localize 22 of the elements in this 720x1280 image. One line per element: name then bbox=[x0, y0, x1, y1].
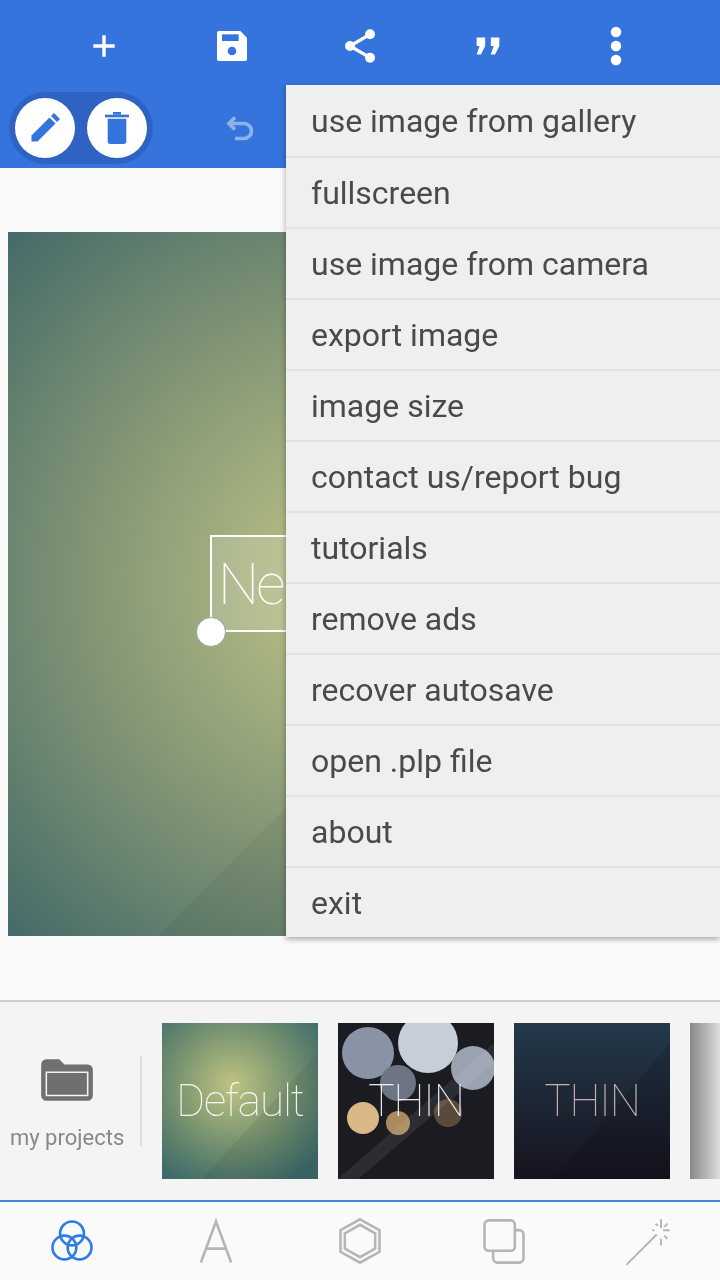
template-thumbnail[interactable]: THIN bbox=[338, 1023, 494, 1179]
menu-item[interactable]: remove ads bbox=[286, 582, 720, 653]
menu-item[interactable]: export image bbox=[286, 298, 720, 369]
menu-item[interactable]: use image from camera bbox=[286, 227, 720, 298]
delete-button[interactable] bbox=[87, 98, 147, 158]
menu-item[interactable]: tutorials bbox=[286, 511, 720, 582]
menu-item[interactable]: fullscreen bbox=[286, 156, 720, 227]
menu-item[interactable]: exit bbox=[286, 866, 720, 937]
menu-item[interactable]: contact us/report bug bbox=[286, 440, 720, 511]
menu-item[interactable]: about bbox=[286, 795, 720, 866]
template-label: Default bbox=[176, 1079, 304, 1123]
menu-item[interactable]: recover autosave bbox=[286, 653, 720, 724]
template-label: THIN bbox=[368, 1079, 464, 1123]
menu-item[interactable]: use image from gallery bbox=[286, 85, 720, 156]
menu-item[interactable]: open .plp file bbox=[286, 724, 720, 795]
more-icon[interactable] bbox=[608, 25, 624, 67]
template-label: THIN bbox=[544, 1079, 640, 1123]
menu-item[interactable]: image size bbox=[286, 369, 720, 440]
edit-button[interactable] bbox=[15, 98, 75, 158]
template-thumbnail[interactable] bbox=[690, 1023, 720, 1179]
template-thumbnail[interactable]: THIN bbox=[514, 1023, 670, 1179]
canvas-text: Ne bbox=[218, 554, 283, 613]
